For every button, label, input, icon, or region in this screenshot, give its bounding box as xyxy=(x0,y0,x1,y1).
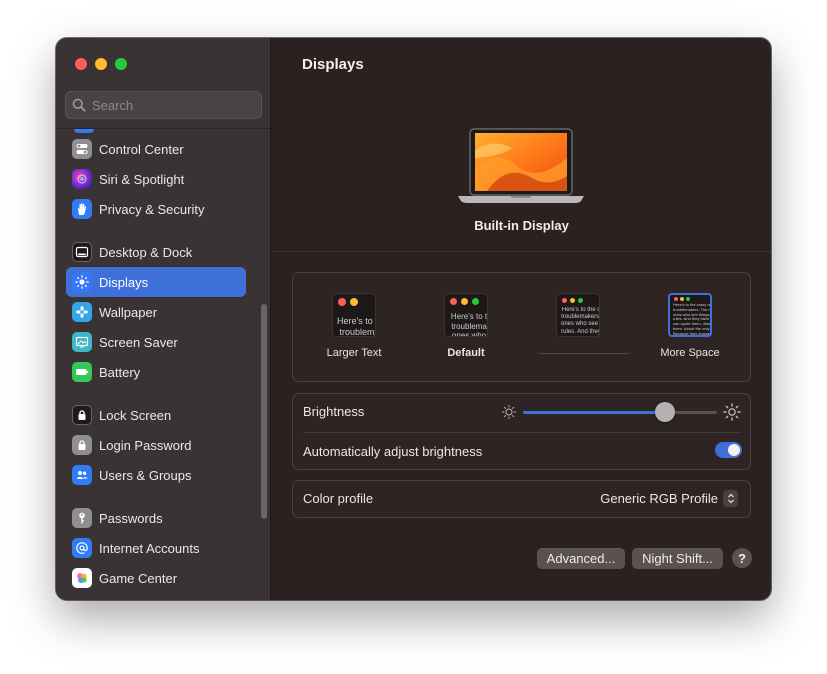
scrolled-item-icon xyxy=(74,129,94,133)
sidebar: Control Center Siri & Spotlight Privacy … xyxy=(56,38,271,600)
resolution-label: Larger Text xyxy=(326,347,382,359)
minimize-window-button[interactable] xyxy=(95,58,107,70)
color-profile-label: Color profile xyxy=(303,491,374,506)
sidebar-item-login-password[interactable]: Login Password xyxy=(66,430,246,460)
dock-icon xyxy=(72,242,92,262)
help-button[interactable]: ? xyxy=(732,548,752,568)
siri-icon xyxy=(72,169,92,189)
sidebar-item-desktop-dock[interactable]: Desktop & Dock xyxy=(66,237,246,267)
search-field[interactable] xyxy=(65,91,262,119)
sidebar-item-control-center[interactable]: Control Center xyxy=(66,134,246,164)
sidebar-item-label: Privacy & Security xyxy=(99,201,205,217)
night-shift-button[interactable]: Night Shift... xyxy=(632,548,723,569)
sidebar-item-internet-accounts[interactable]: Internet Accounts xyxy=(66,533,246,563)
resolution-placeholder-line xyxy=(539,353,629,354)
resolution-option-default[interactable]: Here's to t troublema ones who Default xyxy=(411,291,521,373)
sidebar-item-label: Game Center xyxy=(99,570,178,586)
sidebar-item-label: Siri & Spotlight xyxy=(99,171,185,187)
sidebar-item-label: Screen Saver xyxy=(99,334,178,350)
row-divider xyxy=(303,432,742,433)
sidebar-item-label: Passwords xyxy=(99,510,163,526)
resolution-preview: Here's to the crazy ones troublemakers. … xyxy=(668,293,712,337)
preview-text: Here's to t troublema ones who xyxy=(450,312,488,337)
brightness-slider[interactable] xyxy=(523,411,717,414)
flower-icon xyxy=(72,302,92,322)
traffic-lights xyxy=(75,58,127,70)
display-name: Built-in Display xyxy=(474,218,569,233)
laptop-display-icon[interactable] xyxy=(457,128,585,206)
sun-dim-icon xyxy=(502,405,516,419)
sidebar-item-label: Users & Groups xyxy=(99,467,192,483)
resolution-label: Default xyxy=(447,347,485,359)
preview-text: Here's to the c troublemakers. ones who … xyxy=(561,307,600,335)
sidebar-item-label: Lock Screen xyxy=(99,407,172,423)
section-divider xyxy=(272,251,771,252)
color-profile-value: Generic RGB Profile xyxy=(600,491,718,506)
brightness-label: Brightness xyxy=(303,404,365,419)
sidebar-scrollbar[interactable] xyxy=(261,304,267,519)
sidebar-item-wallpaper[interactable]: Wallpaper xyxy=(66,297,246,327)
system-settings-window: Control Center Siri & Spotlight Privacy … xyxy=(56,38,771,600)
sun-icon xyxy=(72,272,92,292)
search-icon xyxy=(72,98,86,112)
close-window-button[interactable] xyxy=(75,58,87,70)
color-profile-popup[interactable]: Generic RGB Profile xyxy=(600,490,738,507)
resolution-option-intermediate[interactable]: Here's to the c troublemakers. ones who … xyxy=(523,291,633,373)
brightness-slider-fill xyxy=(523,411,665,414)
sidebar-item-displays[interactable]: Displays xyxy=(66,267,246,297)
resolution-option-more-space[interactable]: Here's to the crazy ones troublemakers. … xyxy=(635,291,745,373)
brightness-slider-knob[interactable] xyxy=(654,402,675,422)
sidebar-item-label: Desktop & Dock xyxy=(99,244,193,260)
preview-text: Here's to the crazy ones troublemakers. … xyxy=(673,303,712,336)
resolution-preview: Here's to t troublema ones who xyxy=(444,293,488,337)
preview-text: Here's to t troublem xyxy=(337,316,375,337)
color-profile-group: Color profile Generic RGB Profile xyxy=(292,480,751,518)
sidebar-item-passwords[interactable]: Passwords xyxy=(66,503,246,533)
sidebar-item-users-groups[interactable]: Users & Groups xyxy=(66,460,246,490)
sidebar-item-screen-saver[interactable]: Screen Saver xyxy=(66,327,246,357)
screensaver-icon xyxy=(72,332,92,352)
resolution-preview: Here's to the c troublemakers. ones who … xyxy=(556,293,600,337)
resolution-options: Here's to t troublem Larger Text Here's … xyxy=(292,272,751,382)
advanced-button[interactable]: Advanced... xyxy=(537,548,625,569)
padlock-icon xyxy=(72,435,92,455)
switches-icon xyxy=(72,139,92,159)
sidebar-item-privacy-security[interactable]: Privacy & Security xyxy=(66,194,246,224)
toggle-knob xyxy=(728,444,740,456)
sidebar-item-battery[interactable]: Battery xyxy=(66,357,246,387)
sidebar-item-label: Displays xyxy=(99,274,149,290)
game-center-icon xyxy=(72,568,92,588)
sidebar-item-game-center[interactable]: Game Center xyxy=(66,563,246,593)
sidebar-item-label: Internet Accounts xyxy=(99,540,200,556)
battery-icon xyxy=(72,362,92,382)
resolution-label: More Space xyxy=(660,347,720,359)
main-pane: Displays Built-in Display Here's to trou… xyxy=(272,38,771,600)
lock-icon xyxy=(72,405,92,425)
resolution-preview: Here's to t troublem xyxy=(332,293,376,337)
sidebar-item-label: Login Password xyxy=(99,437,192,453)
brightness-group: Brightness Automatically adjust brightne… xyxy=(292,393,751,470)
page-title: Displays xyxy=(302,56,364,73)
zoom-window-button[interactable] xyxy=(115,58,127,70)
hand-icon xyxy=(72,199,92,219)
auto-brightness-toggle[interactable] xyxy=(715,442,742,458)
auto-brightness-label: Automatically adjust brightness xyxy=(303,444,483,459)
key-icon xyxy=(72,508,92,528)
sidebar-item-siri-spotlight[interactable]: Siri & Spotlight xyxy=(66,164,246,194)
sidebar-item-label: Control Center xyxy=(99,141,184,157)
sidebar-item-label: Wallpaper xyxy=(99,304,158,320)
users-icon xyxy=(72,465,92,485)
search-input[interactable] xyxy=(92,97,252,113)
chevron-up-down-icon xyxy=(723,490,738,507)
sidebar-item-lock-screen[interactable]: Lock Screen xyxy=(66,400,246,430)
resolution-option-larger-text[interactable]: Here's to t troublem Larger Text xyxy=(299,291,409,373)
sun-bright-icon xyxy=(723,403,741,421)
at-icon xyxy=(72,538,92,558)
sidebar-item-label: Battery xyxy=(99,364,141,380)
